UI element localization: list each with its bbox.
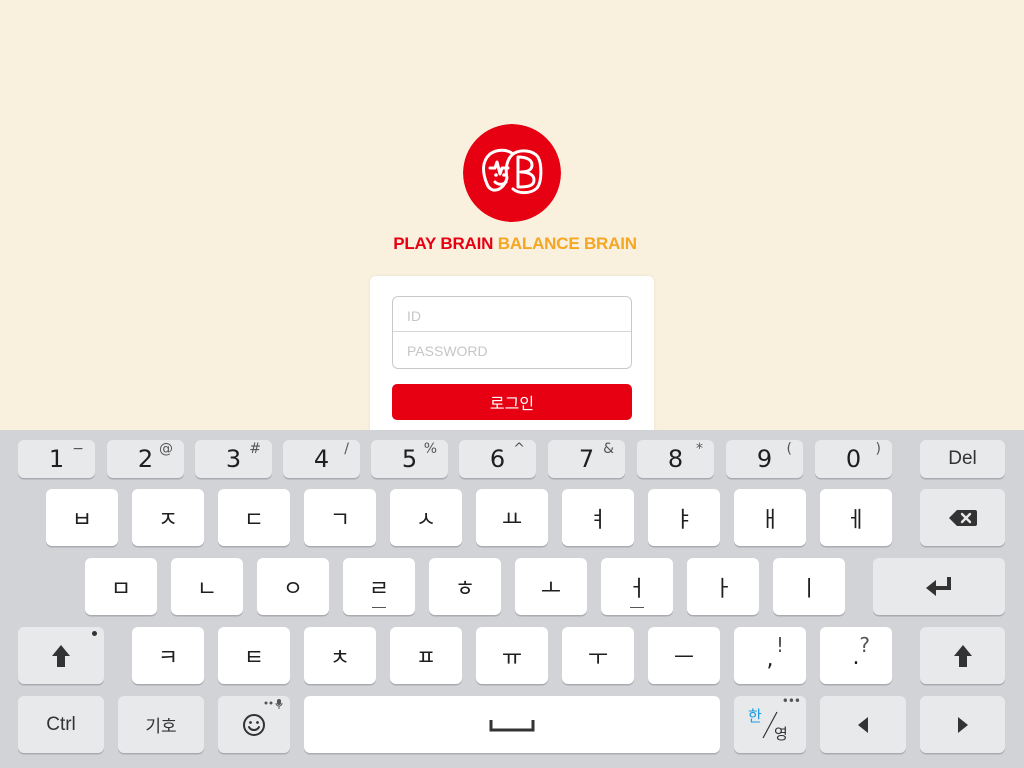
key-period[interactable]: .?: [820, 627, 892, 684]
key-0[interactable]: 0): [815, 440, 892, 478]
key-6[interactable]: 6 ^: [459, 440, 536, 478]
key-bieup[interactable]: ㅂ: [46, 489, 118, 546]
microphone-icon: [264, 699, 283, 709]
key-a[interactable]: ㅏ: [687, 558, 759, 615]
onscreen-keyboard: 1− 2 @ 3 # 4/ 5% 6 ^ 7 & 8 * 9( 0) Del ㅂ ㅈ ㄷ …: [0, 430, 1024, 768]
key-kieuk[interactable]: ㅋ: [132, 627, 204, 684]
shift-key-left[interactable]: [18, 627, 104, 684]
arrow-left-icon: [858, 716, 868, 733]
key-tieut[interactable]: ㅌ: [218, 627, 290, 684]
home-marker: [372, 606, 386, 608]
backspace-icon: [948, 509, 977, 526]
backspace-key[interactable]: [920, 489, 1005, 546]
language-toggle-key[interactable]: 한 영 •••: [734, 694, 806, 753]
key-eo[interactable]: ㅓ: [601, 558, 673, 615]
key-eu[interactable]: ㅡ: [648, 627, 720, 684]
emoji-icon: [243, 713, 265, 736]
more-options-icon: •••: [781, 694, 801, 708]
key-2[interactable]: 2 @: [107, 440, 184, 478]
key-jieut[interactable]: ㅈ: [132, 489, 204, 546]
app-logo-icon: [463, 124, 561, 222]
login-button[interactable]: 로그인: [392, 384, 632, 420]
lang-yeong-label: 영: [774, 725, 788, 743]
caps-indicator-dot: [92, 631, 97, 636]
home-marker: [630, 606, 644, 608]
arrow-left-key[interactable]: [820, 696, 906, 753]
key-7[interactable]: 7 &: [548, 440, 625, 478]
enter-icon: [926, 576, 951, 596]
key-ieung[interactable]: ㅇ: [257, 558, 329, 615]
key-4[interactable]: 4/: [283, 440, 360, 478]
key-e[interactable]: ㅔ: [820, 489, 892, 546]
key-o[interactable]: ㅗ: [515, 558, 587, 615]
login-card: 로그인: [370, 276, 654, 446]
key-ae[interactable]: ㅐ: [734, 489, 806, 546]
arrow-right-icon: [957, 716, 968, 733]
key-giyeok[interactable]: ㄱ: [304, 489, 376, 546]
key-yu[interactable]: ㅠ: [476, 627, 548, 684]
enter-key[interactable]: [873, 558, 1005, 615]
space-bar[interactable]: [304, 696, 720, 753]
key-pieup[interactable]: ㅍ: [390, 627, 462, 684]
brand-play-brain: PLAY BRAIN: [393, 234, 494, 253]
key-5[interactable]: 5%: [371, 440, 448, 478]
key-mieum[interactable]: ㅁ: [85, 558, 157, 615]
emoji-key[interactable]: [218, 696, 290, 753]
brand-balance-brain: BALANCE BRAIN: [497, 234, 637, 253]
ctrl-key[interactable]: Ctrl: [18, 696, 104, 753]
symbols-key[interactable]: 기호: [118, 696, 204, 753]
key-i[interactable]: ㅣ: [773, 558, 845, 615]
key-rieul[interactable]: ㄹ: [343, 558, 415, 615]
key-9[interactable]: 9(: [726, 440, 803, 478]
key-siot[interactable]: ㅅ: [390, 489, 462, 546]
key-1[interactable]: 1−: [18, 440, 95, 478]
shift-icon: [953, 644, 972, 667]
key-nieun[interactable]: ㄴ: [171, 558, 243, 615]
key-8[interactable]: 8 *: [637, 440, 714, 478]
key-chieut[interactable]: ㅊ: [304, 627, 376, 684]
key-hieut[interactable]: ㅎ: [429, 558, 501, 615]
id-input[interactable]: [393, 297, 631, 332]
brand-tagline: PLAY BRAIN BALANCE BRAIN: [0, 234, 1024, 254]
arrow-right-key[interactable]: [920, 696, 1005, 753]
del-key[interactable]: Del: [920, 440, 1005, 478]
shift-key-right[interactable]: [920, 627, 1005, 684]
key-yo[interactable]: ㅛ: [476, 489, 548, 546]
password-input[interactable]: [393, 332, 631, 367]
key-u[interactable]: ㅜ: [562, 627, 634, 684]
login-fields: [392, 296, 632, 369]
key-digeut[interactable]: ㄷ: [218, 489, 290, 546]
shift-icon: [52, 644, 70, 667]
key-comma[interactable]: ,!: [734, 627, 806, 684]
key-ya[interactable]: ㅑ: [648, 489, 720, 546]
key-3[interactable]: 3 #: [195, 440, 272, 478]
space-bar-icon: [489, 719, 535, 731]
key-yeo[interactable]: ㅕ: [562, 489, 634, 546]
